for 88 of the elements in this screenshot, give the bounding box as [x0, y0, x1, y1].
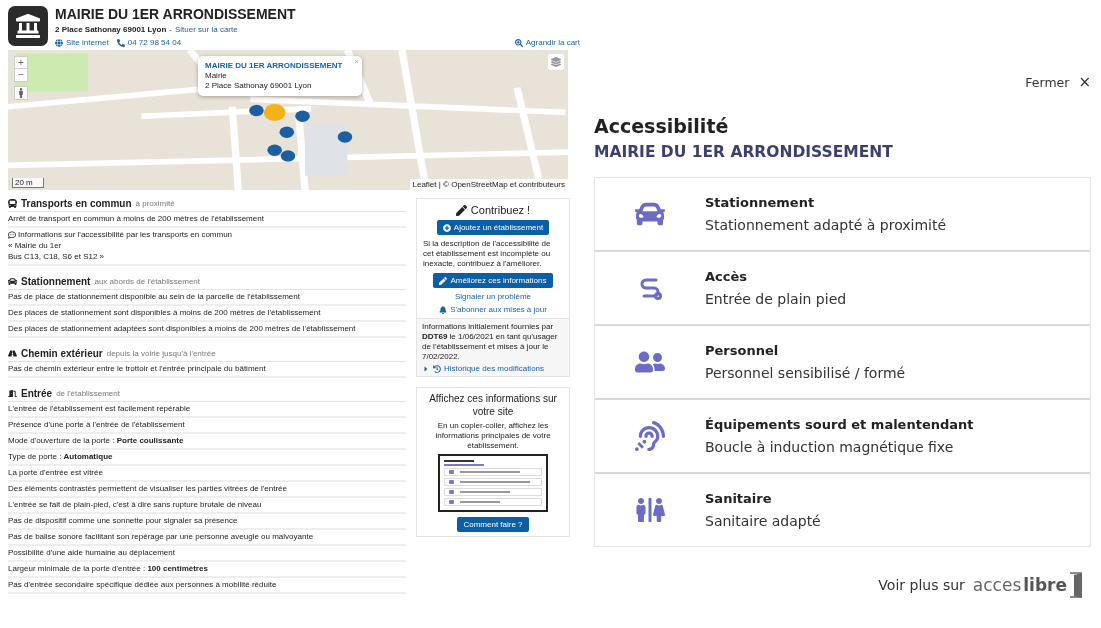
globe-icon: [55, 38, 63, 47]
info-row: La porte d'entrée est vitrée: [8, 466, 406, 482]
place-title: MAIRIE DU 1ER ARRONDISSEMENT: [55, 6, 297, 22]
phone-link[interactable]: 04 72 98 54 04: [116, 38, 182, 47]
bus-icon: [8, 199, 17, 208]
plus-icon: [442, 223, 451, 232]
item-description: Sanitaire adapté: [705, 513, 821, 529]
popup-address: 2 Place Sathonay 69001 Lyon: [205, 81, 313, 91]
info-row: L'entrée se fait de plain-pied, c'est à dire sans rupture brutale de niveau: [8, 498, 406, 514]
widget-subtitle: MAIRIE DU 1ER ARRONDISSEMENT: [594, 143, 894, 161]
item-description: Stationnement adapté à proximité: [705, 217, 947, 233]
road-icon: [8, 349, 17, 358]
enlarge-map-link[interactable]: Agrandir la cart: [514, 38, 580, 47]
comment-icon: [8, 231, 16, 239]
item-title: Personnel: [705, 343, 780, 358]
info-row: Pas d'entrée secondaire spécifique dédiée aux personnes à mobilité réduite: [8, 578, 406, 594]
separator: -: [169, 25, 172, 34]
close-button[interactable]: Fermer ×: [1025, 73, 1091, 91]
person-icon: [16, 88, 26, 98]
zoom-out-button[interactable]: −: [14, 68, 28, 82]
info-row: Type de porte : Automatique: [8, 450, 406, 466]
note-line: Bus C13, C18, S6 et S12 »: [8, 252, 106, 262]
how-to-button[interactable]: Comment faire ?: [457, 517, 529, 532]
item-title: Sanitaire: [705, 491, 773, 506]
info-row: Des places de stationnement sont disponibles à moins de 200 mètres de l'établissement: [8, 306, 406, 322]
section-subtitle: à proximité: [135, 199, 175, 208]
info-row: Pas de balise sonore facilitant son repérage par une personne aveugle ou malvoyante: [8, 530, 406, 546]
subscribe-link[interactable]: S'abonner aux mises à jour: [439, 305, 547, 314]
item-description: Entrée de plain pied: [705, 291, 847, 307]
info-row: Pas de dispositif comme une sonnette pour signaler sa présence: [8, 514, 406, 530]
contribute-description: Si la description de l'accessibilité de cet établissement est incomplète ou inexacte, contribuez à l'améliorer.: [423, 239, 552, 269]
see-more-text: Voir plus sur: [878, 577, 965, 593]
add-establishment-button[interactable]: Ajoutez un établissement: [436, 220, 550, 235]
embed-description: En un copier-coller, affichez les informations principales de votre établissement.: [434, 421, 552, 451]
info-row: Arrêt de transport en commun à moins de 200 mètres de l'établissement: [8, 212, 406, 228]
info-row: Pas de chemin extérieur entre le trottoir et l'entrée principale du bâtiment: [8, 362, 406, 378]
caret-icon: [422, 364, 430, 373]
website-link[interactable]: Site internet: [55, 38, 109, 47]
history-link[interactable]: Historique des modifications: [422, 364, 564, 373]
improve-button[interactable]: Améliorez ces informations: [433, 273, 553, 288]
section-title: Chemin extérieur: [21, 348, 103, 359]
section-subtitle: aux abords de l'établissement: [94, 277, 201, 286]
car-icon: [8, 277, 17, 286]
pencil-icon: [439, 276, 448, 285]
info-row: Pas de place de stationnement disponible au sein de la parcelle de l'établissement: [8, 290, 406, 306]
section-subtitle: de l'établissement: [56, 389, 120, 398]
map-scale: 20 m: [12, 178, 44, 188]
section-subtitle: depuis la voirie jusqu'à l'entrée: [106, 349, 216, 358]
note-heading: Informations sur l'accessibilité par les transports en commun: [18, 230, 233, 240]
layers-button[interactable]: [548, 54, 564, 70]
embed-title: Affichez ces informations sur votre site: [428, 392, 558, 418]
item-description: Boucle à induction magnétique fixe: [705, 439, 955, 455]
section-title: Stationnement: [21, 276, 91, 287]
popup-title: MAIRIE DU 1ER ARRONDISSEMENT: [205, 61, 344, 71]
item-title: Accès: [705, 269, 749, 284]
history-icon: [433, 364, 441, 373]
door-icon: [8, 389, 17, 398]
item-description: Personnel sensibilisé / formé: [705, 365, 906, 381]
zoom-icon: [514, 38, 523, 47]
locate-button[interactable]: [14, 86, 28, 100]
info-row: Présence d'une porte à l'entrée de l'établissement: [8, 418, 406, 434]
popup-kind: Mairie: [205, 71, 228, 81]
locate-on-map-link[interactable]: Situer sur la carte: [175, 25, 238, 34]
section-title: Entrée: [21, 388, 53, 399]
acceslibre-logo[interactable]: acceslibre: [972, 571, 1083, 599]
info-row: Possibilité d'une aide humaine au déplacement: [8, 546, 406, 562]
contribute-title: Contribuez !: [470, 204, 531, 216]
item-title: Stationnement: [705, 195, 816, 210]
info-row: Mode d'ouverture de la porte : Porte coulissante: [8, 434, 406, 450]
info-row: Des places de stationnement adaptées sont disponibles à moins de 200 mètres de l'établissement: [8, 322, 406, 338]
info-row: L'entrée de l'établissement est facilement repérable: [8, 402, 406, 418]
restroom-icon: [635, 495, 665, 525]
phone-icon: [116, 38, 125, 47]
layers-icon: [551, 57, 561, 67]
widget-title: Accessibilité: [594, 115, 730, 137]
info-row: Largeur minimale de la porte d'entrée : 100 centimètres: [8, 562, 406, 578]
info-row: Des éléments contrastés permettent de visualiser les parties vitrées de l'entrée: [8, 482, 406, 498]
town-hall-logo: [8, 6, 48, 46]
place-address: 2 Place Sathonay 69001 Lyon: [55, 25, 167, 34]
report-link[interactable]: Signaler un problème: [454, 292, 531, 301]
pencil-icon: [455, 204, 467, 216]
source-text: Informations initialement fournies par DDT69 le 1/06/2021 en tant qu'usager de l'établissement et mises à jour le 7/02/2022.: [422, 322, 559, 362]
item-title: Équipements sourd et malentendant: [705, 417, 974, 432]
hearing-icon: [635, 421, 665, 451]
map-attribution: Leaflet | © OpenStreetMap et contributeurs: [409, 179, 568, 190]
bell-icon: [439, 305, 448, 314]
section-title: Transports en commun: [21, 198, 132, 209]
note-line: « Mairie du 1er: [8, 241, 63, 251]
